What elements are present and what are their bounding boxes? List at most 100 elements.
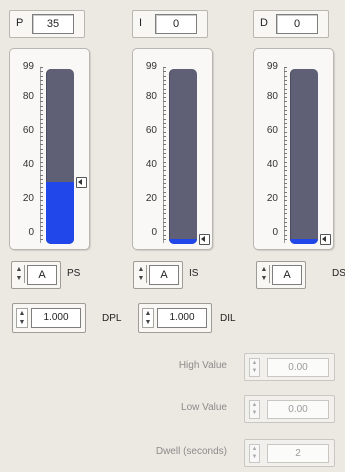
dil-value[interactable]: 1.000 [157, 308, 207, 328]
dpl-spin-arrows-icon[interactable]: ▲ ▼ [16, 308, 28, 328]
scale-minor-tick [40, 153, 43, 154]
dpl-numeric[interactable]: ▲ ▼ 1.000 [12, 303, 86, 333]
d-slider-pointer[interactable] [320, 234, 331, 245]
scale-minor-tick [284, 75, 287, 77]
p-value-field[interactable]: 35 [32, 14, 74, 34]
i-slider-panel: 99 80 60 40 20 0 [132, 48, 213, 250]
low-value-field[interactable]: 0.00 [267, 400, 329, 419]
scale-minor-tick [40, 97, 43, 99]
scale-minor-tick [40, 131, 43, 133]
d-tick-20: 20 [266, 193, 278, 204]
scale-minor-tick [40, 88, 43, 90]
scale-minor-tick [163, 191, 166, 193]
low-value-spin-arrows-icon[interactable]: ▲ ▼ [249, 400, 260, 419]
scale-minor-tick [284, 153, 287, 154]
ds-ring[interactable]: ▲ ▼ A [256, 261, 306, 289]
scale-minor-tick [163, 157, 166, 159]
scale-minor-tick [40, 79, 43, 81]
ds-value[interactable]: A [272, 265, 302, 285]
is-value[interactable]: A [149, 265, 179, 285]
ps-value[interactable]: A [27, 265, 57, 285]
is-label: IS [189, 268, 199, 279]
i-tick-60: 60 [145, 125, 157, 136]
scale-minor-tick [40, 92, 43, 94]
scale-minor-tick [163, 127, 166, 129]
is-ring[interactable]: ▲ ▼ A [133, 261, 183, 289]
scale-minor-tick [284, 200, 287, 202]
scale-minor-tick [40, 71, 43, 73]
scale-minor-tick [163, 101, 166, 103]
ds-spin-arrows-icon[interactable]: ▲ ▼ [259, 265, 270, 283]
scale-minor-tick [40, 161, 43, 163]
scale-minor-tick [163, 200, 166, 202]
dil-numeric[interactable]: ▲ ▼ 1.000 [138, 303, 212, 333]
scale-minor-tick [163, 105, 166, 107]
d-slider-track[interactable] [290, 69, 318, 244]
scale-minor-tick [163, 110, 166, 111]
d-value-field[interactable]: 0 [276, 14, 318, 34]
p-slider-track[interactable] [46, 69, 74, 244]
scale-minor-tick [284, 148, 287, 150]
high-value-numeric[interactable]: ▲ ▼ 0.00 [244, 353, 335, 381]
scale-minor-tick [284, 140, 287, 142]
ps-ring[interactable]: ▲ ▼ A [11, 261, 61, 289]
p-slider-pointer[interactable] [76, 177, 87, 189]
scale-minor-tick [163, 135, 166, 137]
scale-minor-tick [284, 239, 287, 240]
scale-minor-tick [163, 84, 166, 86]
p-tick-20: 20 [22, 193, 34, 204]
scale-minor-tick [40, 84, 43, 86]
i-value-field[interactable]: 0 [155, 14, 197, 34]
scale-minor-tick [163, 221, 166, 223]
dpl-value[interactable]: 1.000 [31, 308, 81, 328]
scale-minor-tick [163, 92, 166, 94]
scale-minor-tick [40, 196, 43, 197]
scale-minor-tick [163, 161, 166, 163]
d-tick-40: 40 [266, 159, 278, 170]
scale-minor-tick [163, 75, 166, 77]
high-value-row: High Value ▲ ▼ 0.00 [0, 351, 345, 381]
scale-minor-tick [163, 204, 166, 206]
scale-minor-tick [40, 140, 43, 142]
dil-spin-arrows-icon[interactable]: ▲ ▼ [142, 308, 154, 328]
scale-minor-tick [284, 97, 287, 99]
scale-minor-tick [40, 230, 43, 232]
dwell-spin-arrows-icon[interactable]: ▲ ▼ [249, 444, 260, 463]
dwell-field[interactable]: 2 [267, 444, 329, 463]
p-tick-40: 40 [22, 159, 34, 170]
high-value-field[interactable]: 0.00 [267, 358, 329, 377]
scale-minor-tick [163, 170, 166, 172]
i-slider-pointer[interactable] [199, 234, 210, 245]
dwell-row: Dwell (seconds) ▲ ▼ 2 [0, 437, 345, 467]
scale-minor-tick [40, 226, 43, 228]
scale-minor-tick [284, 204, 287, 206]
scale-minor-tick [163, 144, 166, 146]
scale-minor-tick [163, 165, 166, 167]
scale-minor-tick [40, 208, 43, 210]
scale-minor-tick [163, 148, 166, 150]
scale-minor-tick [163, 213, 166, 215]
ps-spin-arrows-icon[interactable]: ▲ ▼ [14, 265, 25, 283]
dwell-numeric[interactable]: ▲ ▼ 2 [244, 439, 335, 467]
scale-minor-tick [163, 187, 166, 189]
p-label: P [16, 17, 24, 29]
low-value-numeric[interactable]: ▲ ▼ 0.00 [244, 395, 335, 423]
is-spin-arrows-icon[interactable]: ▲ ▼ [136, 265, 147, 283]
scale-minor-tick [40, 101, 43, 103]
scale-minor-tick [284, 79, 287, 81]
scale-minor-tick [40, 157, 43, 159]
scale-minor-tick [163, 230, 166, 232]
i-tick-80: 80 [145, 91, 157, 102]
scale-minor-tick [284, 165, 287, 167]
d-tick-99: 99 [266, 61, 278, 72]
i-slider-track[interactable] [169, 69, 197, 244]
scale-minor-tick [284, 174, 287, 176]
scale-minor-tick [284, 71, 287, 73]
p-gain-column: P 35 99 80 60 40 20 0 [9, 8, 90, 250]
scale-minor-tick [40, 204, 43, 206]
scale-minor-tick [163, 178, 166, 180]
high-value-spin-arrows-icon[interactable]: ▲ ▼ [249, 358, 260, 377]
scale-minor-tick [40, 191, 43, 193]
p-header: P 35 [9, 10, 85, 38]
scale-minor-tick [284, 88, 287, 90]
